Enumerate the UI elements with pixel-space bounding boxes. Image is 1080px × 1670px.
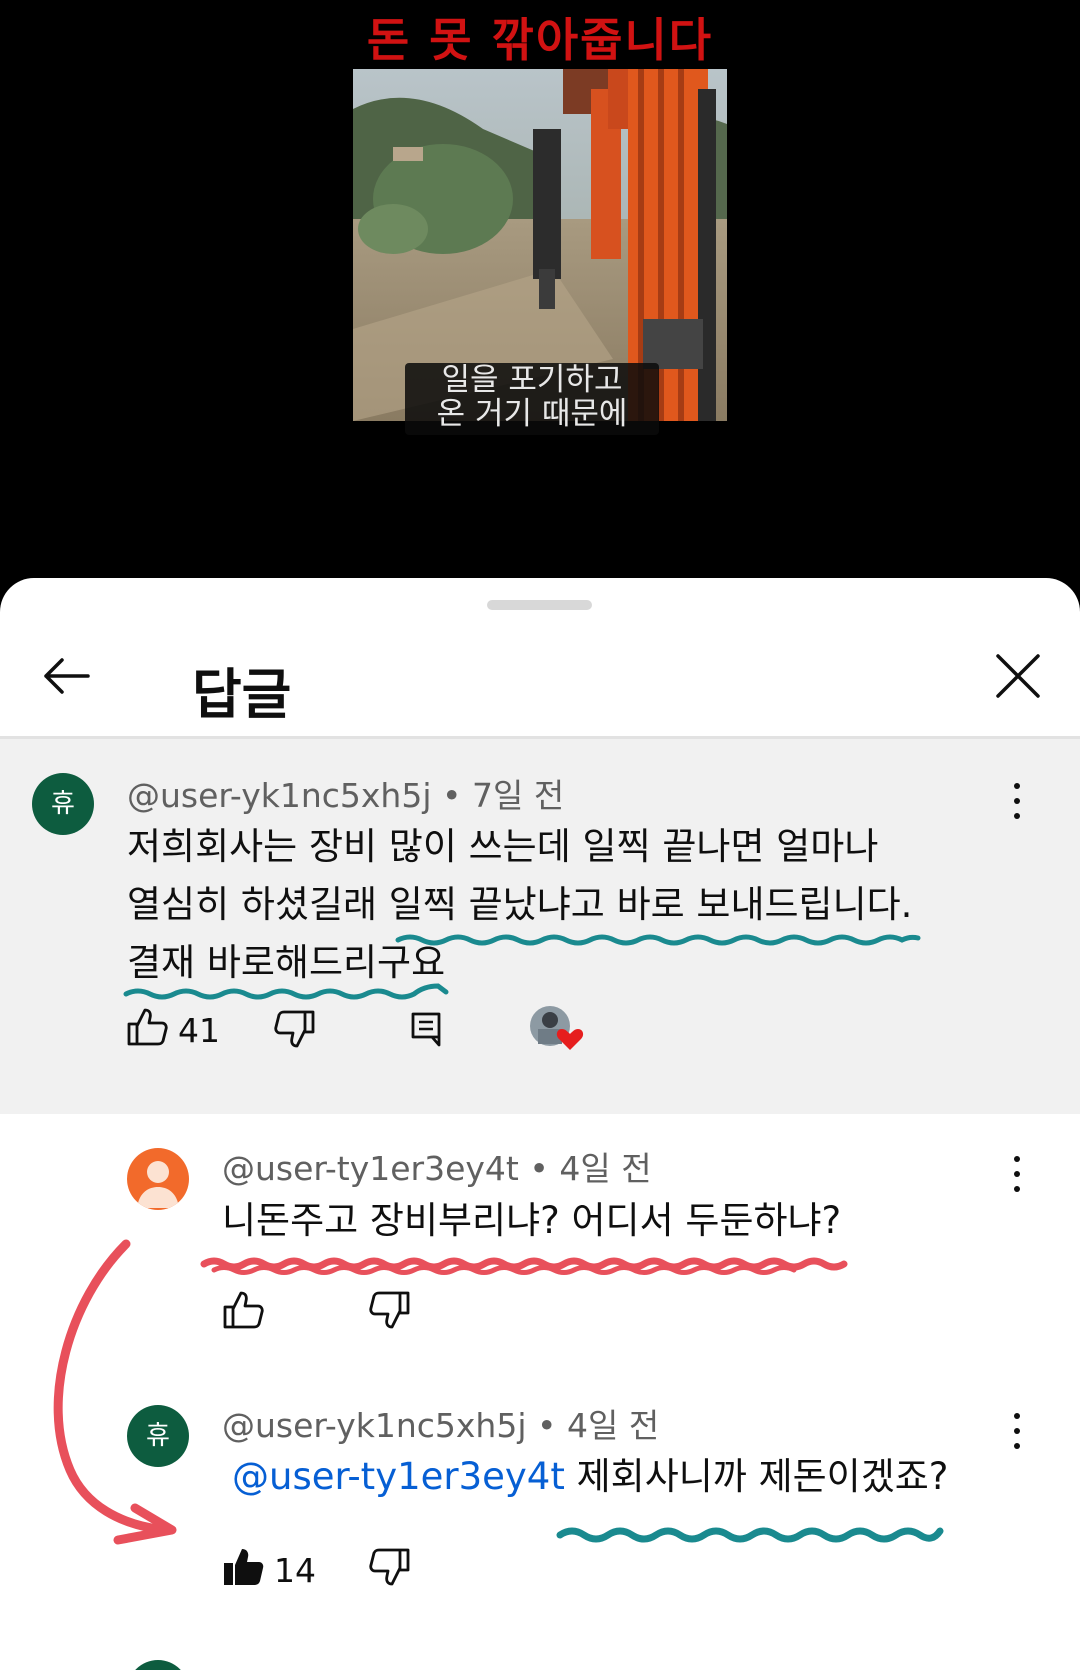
more-options-button[interactable] (1006, 1411, 1026, 1451)
thumb-up-icon (223, 1291, 264, 1329)
comment-meta: @user-ty1er3ey4t • 4일 전 (222, 1142, 652, 1190)
comment-text: 니돈주고 장비부리냐? 어디서 두둔하냐? (222, 1192, 841, 1250)
thumb-down-icon (274, 1010, 315, 1048)
reply-gap (565, 1455, 577, 1498)
creator-heart-icon (530, 1006, 584, 1050)
sheet-header: 답글 (0, 628, 1080, 736)
sheet-drag-handle[interactable] (487, 600, 592, 610)
comment-author[interactable]: @user-yk1nc5xh5j (127, 776, 432, 815)
subtitle-line-2: 온 거기 때문에 (436, 396, 628, 432)
video-player[interactable]: 돈 못 깎아줍니다 일을 포기하고 온 거기 때문에 (0, 0, 1080, 600)
thumb-up-filled-icon (224, 1549, 264, 1585)
dislike-button[interactable] (369, 1290, 411, 1334)
arrow-left-icon (44, 658, 90, 694)
like-button-active[interactable] (222, 1547, 264, 1591)
like-button[interactable] (222, 1290, 264, 1334)
avatar[interactable] (127, 1660, 189, 1670)
close-icon (996, 654, 1040, 698)
comment-time: 4일 전 (559, 1149, 652, 1188)
comment-time: 4일 전 (566, 1406, 660, 1445)
video-subtitle: 일을 포기하고 온 거기 때문에 (405, 363, 659, 435)
comment-meta: @user-yk1nc5xh5j • 4일 전 (222, 1399, 659, 1447)
avatar[interactable]: 휴 (127, 1405, 189, 1467)
thumb-down-icon (369, 1548, 410, 1586)
more-options-button[interactable] (1006, 1154, 1026, 1194)
like-button[interactable] (126, 1007, 168, 1051)
meta-separator: • (537, 1406, 567, 1445)
comment-icon (411, 1012, 441, 1047)
replies-sheet: 답글 휴 @user-yk1nc5xh5j • 7일 전 저희회사는 장비 많이… (0, 578, 1080, 1670)
meta-separator: • (529, 1149, 560, 1188)
thumb-up-icon (127, 1008, 168, 1046)
thumb-down-icon (369, 1291, 410, 1329)
meta-separator: • (442, 776, 472, 815)
dislike-button[interactable] (369, 1547, 411, 1591)
dislike-button[interactable] (274, 1009, 316, 1053)
comment-line: 결재 바로해드리구요 (127, 941, 446, 984)
comment-line: 열심히 하셨길래 일찍 끝났냐고 바로 보내드립니다. (127, 883, 913, 926)
video-title-overlay: 돈 못 깎아줍니다 (366, 13, 714, 67)
like-count: 41 (178, 1011, 220, 1050)
mention-link[interactable]: @user-ty1er3ey4t (232, 1455, 565, 1498)
back-button[interactable] (40, 650, 92, 702)
comment-text: 저희회사는 장비 많이 쓰는데 일찍 끝나면 얼마나 열심히 하셨길래 일찍 끝… (127, 818, 912, 992)
avatar[interactable] (127, 1148, 189, 1210)
comment-time: 7일 전 (471, 776, 565, 815)
comment-author[interactable]: @user-yk1nc5xh5j (222, 1406, 527, 1445)
default-avatar-icon (137, 1161, 179, 1208)
comment-line: 니돈주고 장비부리냐? 어디서 두둔하냐? (222, 1199, 842, 1242)
comment-text: @user-ty1er3ey4t 제회사니까 제돈이겠죠? (232, 1448, 948, 1506)
creator-heart (530, 1004, 584, 1050)
comment-line: @user-ty1er3ey4t 제회사니까 제돈이겠죠? (232, 1448, 948, 1506)
parent-comment: 휴 @user-yk1nc5xh5j • 7일 전 저희회사는 장비 많이 쓰는… (0, 739, 1080, 1114)
reply-button[interactable] (410, 1011, 442, 1051)
close-button[interactable] (990, 648, 1046, 704)
more-options-button[interactable] (1006, 781, 1026, 821)
comment-line: 저희회사는 장비 많이 쓰는데 일찍 끝나면 얼마나 (127, 825, 879, 868)
subtitle-line-1: 일을 포기하고 (441, 362, 623, 398)
comment-author[interactable]: @user-ty1er3ey4t (222, 1149, 519, 1188)
like-count: 14 (274, 1551, 316, 1590)
comment-meta: @user-yk1nc5xh5j • 7일 전 (127, 769, 564, 817)
reply-body: 제회사니까 제돈이겠죠? (576, 1455, 949, 1498)
sheet-title: 답글 (192, 663, 292, 726)
avatar[interactable]: 휴 (32, 773, 94, 835)
